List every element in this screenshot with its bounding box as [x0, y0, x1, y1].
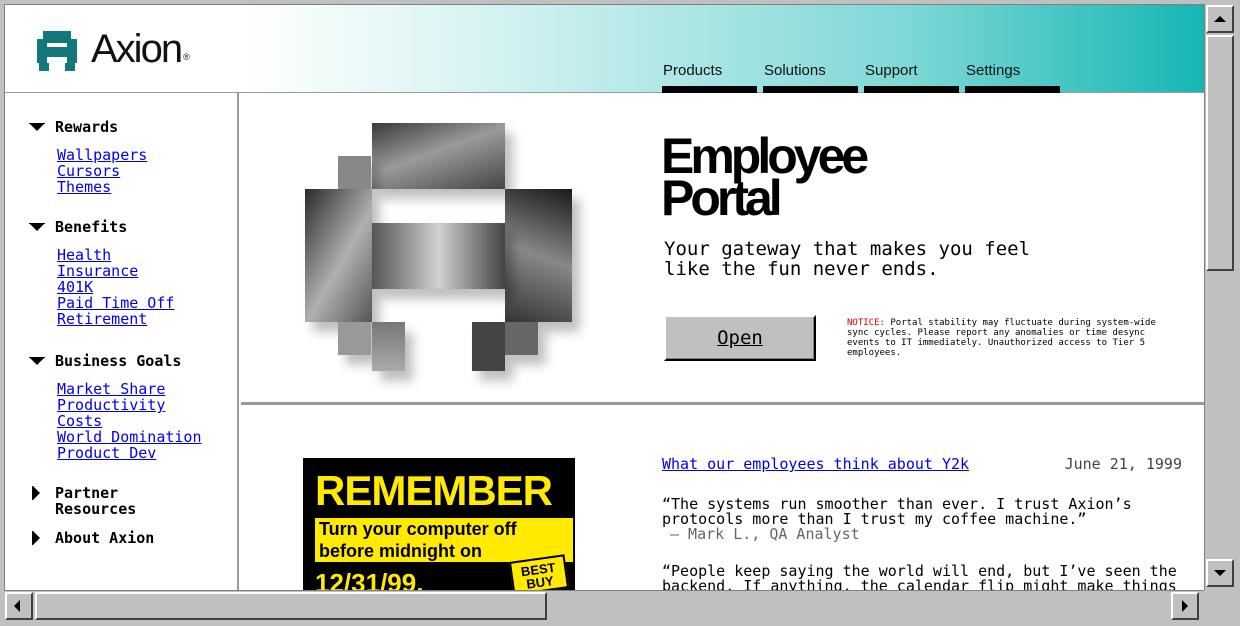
portal-tagline: Your gateway that makes you feel like th… [664, 238, 1031, 280]
section-links: Wallpapers Cursors Themes [57, 147, 147, 195]
vertical-scroll-thumb[interactable] [1206, 35, 1234, 271]
arrow-up-icon [1214, 16, 1226, 22]
photo-tile [338, 156, 371, 189]
sidebar: Rewards Wallpapers Cursors Themes Benefi… [5, 93, 239, 590]
triangle-down-icon [29, 353, 47, 371]
link-costs[interactable]: Costs [57, 413, 202, 429]
employee-photo-mosaic [305, 123, 605, 383]
link-world-domination[interactable]: World Domination [57, 429, 202, 445]
notice-label: NOTICE: [847, 318, 885, 328]
article-header: What our employees think about Y2k June … [662, 455, 1182, 473]
notice-text: Portal stability may fluctuate during sy… [847, 318, 1156, 358]
scrollbar-corner [1204, 590, 1236, 622]
link-market-share[interactable]: Market Share [57, 381, 202, 397]
scroll-up-button[interactable] [1206, 5, 1234, 33]
link-401k[interactable]: 401K [57, 279, 174, 295]
photo-tile [372, 322, 405, 371]
y2k-article: What our employees think about Y2k June … [662, 455, 1182, 590]
sidebar-section-about-axion: About Axion [29, 530, 154, 548]
arrow-left-icon [14, 600, 20, 612]
photo-tile [505, 322, 538, 355]
link-product-dev[interactable]: Product Dev [57, 445, 202, 461]
link-health[interactable]: Health [57, 247, 174, 263]
portal-notice: NOTICE: Portal stability may fluctuate d… [847, 318, 1165, 358]
section-toggle-rewards[interactable]: Rewards [29, 119, 147, 137]
news-panel: REMEMBER Turn your computer off before m… [241, 408, 1204, 590]
arrow-right-icon [1182, 600, 1188, 612]
nav-support[interactable]: Support [864, 61, 959, 93]
registered-mark: ® [183, 52, 190, 62]
section-links: Health Insurance 401K Paid Time Off Reti… [57, 247, 174, 327]
quote-attribution: – Mark L., QA Analyst [670, 525, 860, 543]
axion-logo-icon [37, 31, 77, 71]
sidebar-section-rewards: Rewards Wallpapers Cursors Themes [29, 119, 147, 195]
article-link[interactable]: What our employees think about Y2k [662, 455, 969, 473]
section-toggle-partner-resources[interactable]: Partner Resources [29, 485, 136, 517]
main-nav: Products Solutions Support Settings [662, 61, 1060, 93]
triangle-right-icon [29, 530, 47, 548]
section-links: Market Share Productivity Costs World Do… [57, 381, 202, 461]
photo-tile [372, 223, 505, 289]
photo-tile [472, 322, 505, 371]
link-cursors[interactable]: Cursors [57, 163, 147, 179]
section-title: Business Goals [55, 352, 182, 370]
section-title: Rewards [55, 118, 119, 136]
nav-solutions[interactable]: Solutions [763, 61, 858, 93]
section-toggle-business-goals[interactable]: Business Goals [29, 353, 202, 371]
hero-panel: Employee Portal Your gateway that makes … [241, 93, 1204, 405]
ad-headline: REMEMBER [315, 467, 553, 514]
section-toggle-benefits[interactable]: Benefits [29, 219, 174, 237]
article-date: June 21, 1999 [1064, 455, 1182, 473]
section-title: About Axion [55, 529, 155, 547]
horizontal-scrollbar[interactable] [4, 590, 1204, 622]
triangle-right-icon [29, 485, 47, 503]
y2k-advertisement[interactable]: REMEMBER Turn your computer off before m… [303, 458, 575, 590]
horizontal-scroll-thumb[interactable] [35, 592, 547, 620]
nav-settings[interactable]: Settings [965, 61, 1060, 93]
link-themes[interactable]: Themes [57, 179, 147, 195]
link-paid-time-off[interactable]: Paid Time Off [57, 295, 174, 311]
ad-date: 12/31/99. [315, 568, 424, 590]
scroll-left-button[interactable] [5, 592, 33, 620]
nav-products[interactable]: Products [662, 61, 757, 93]
portal-title: Employee Portal [661, 128, 869, 226]
page-viewport: Axion ® Products Solutions Support Settin… [4, 4, 1204, 590]
section-title: Partner Resources [55, 484, 137, 518]
scroll-down-button[interactable] [1206, 559, 1234, 587]
link-insurance[interactable]: Insurance [57, 263, 174, 279]
photo-tile [372, 123, 505, 189]
browser-frame: Axion ® Products Solutions Support Settin… [0, 0, 1240, 626]
section-toggle-about-axion[interactable]: About Axion [29, 530, 154, 548]
sidebar-section-business-goals: Business Goals Market Share Productivity… [29, 353, 202, 461]
photo-tile [338, 322, 371, 355]
vertical-scrollbar[interactable] [1204, 4, 1236, 590]
triangle-down-icon [29, 119, 47, 137]
employee-quote: “People keep saying the world will end, … [662, 562, 1177, 591]
photo-tile [505, 189, 572, 322]
link-productivity[interactable]: Productivity [57, 397, 202, 413]
site-header: Axion ® Products Solutions Support Settin… [5, 5, 1204, 93]
brand-name: Axion ® [91, 27, 190, 71]
scroll-right-button[interactable] [1171, 592, 1199, 620]
employee-quote: “The systems run smoother than ever. I t… [662, 495, 1132, 528]
open-button[interactable]: Open [664, 315, 816, 361]
ad-subtext: Turn your computer off before midnight o… [315, 518, 573, 562]
photo-tile [305, 189, 372, 322]
arrow-down-icon [1214, 570, 1226, 576]
link-wallpapers[interactable]: Wallpapers [57, 147, 147, 163]
triangle-down-icon [29, 219, 47, 237]
sidebar-section-partner-resources: Partner Resources [29, 485, 136, 517]
sidebar-section-benefits: Benefits Health Insurance 401K Paid Time… [29, 219, 174, 327]
section-title: Benefits [55, 218, 128, 236]
link-retirement[interactable]: Retirement [57, 311, 174, 327]
